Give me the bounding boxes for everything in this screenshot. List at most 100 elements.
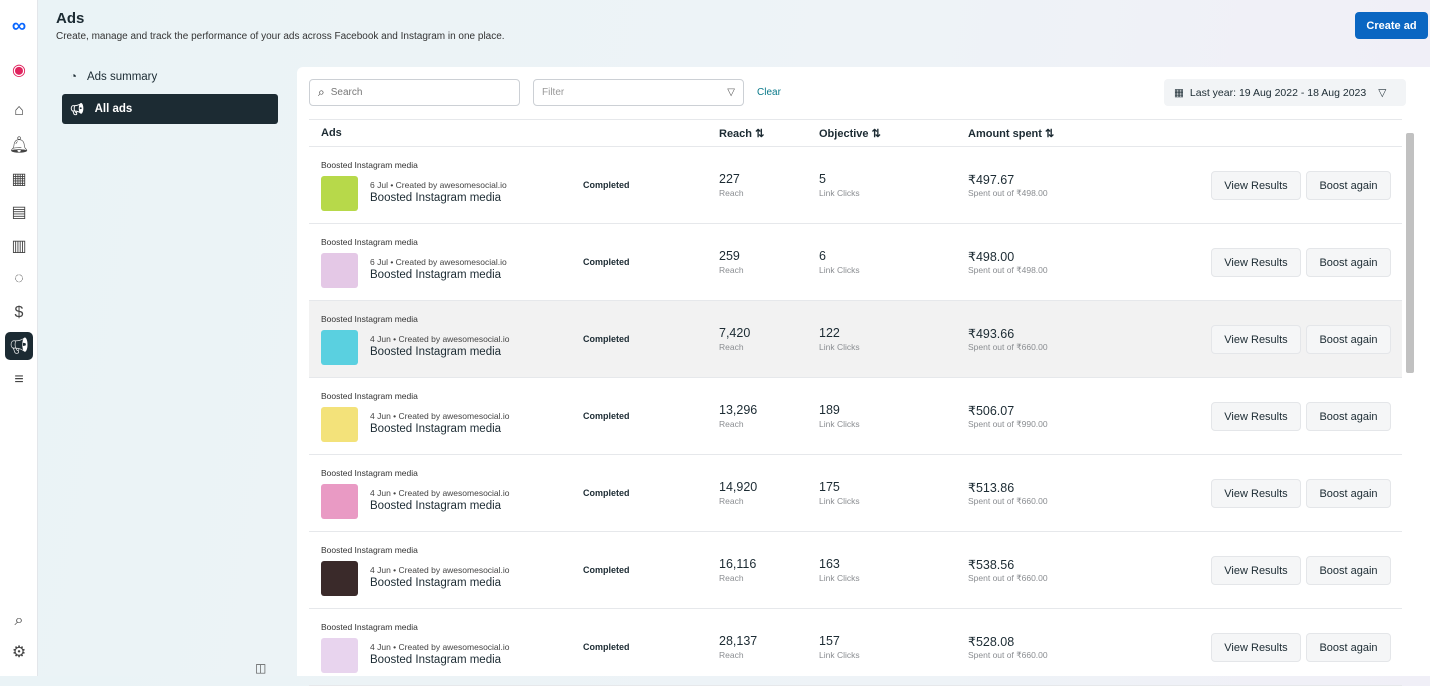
boost-again-button[interactable]: Boost again	[1306, 402, 1391, 431]
boost-again-button[interactable]: Boost again	[1306, 556, 1391, 585]
ad-meta: 4 Jun • Created by awesomesocial.io	[370, 565, 510, 575]
ad-thumbnail	[321, 330, 358, 365]
boost-again-button[interactable]: Boost again	[1306, 325, 1391, 354]
reach-value: 259	[719, 249, 740, 263]
date-range-label: Last year: 19 Aug 2022 - 18 Aug 2023	[1189, 86, 1367, 99]
ad-name[interactable]: Boosted Instagram media	[370, 654, 501, 666]
ad-creator: Created by awesomesocial.io	[395, 180, 507, 190]
monetization-icon[interactable]: $	[5, 299, 33, 327]
gauge-icon: ◔	[70, 71, 77, 83]
ad-name[interactable]: Boosted Instagram media	[370, 192, 501, 204]
view-results-button[interactable]: View Results	[1211, 556, 1301, 585]
ad-type: Boosted Instagram media	[321, 160, 418, 170]
view-results-button[interactable]: View Results	[1211, 171, 1301, 200]
view-results-button[interactable]: View Results	[1211, 325, 1301, 354]
status-badge: Completed	[583, 411, 630, 421]
objective-label: Link Clicks	[819, 419, 860, 429]
insights-icon[interactable]: ▥	[5, 232, 33, 260]
page-header: Ads Create, manage and track the perform…	[56, 10, 505, 42]
ad-creator: Created by awesomesocial.io	[398, 334, 510, 344]
col-reach[interactable]: Reach ⇅	[719, 127, 764, 140]
ad-meta: 4 Jun • Created by awesomesocial.io	[370, 334, 510, 344]
collapse-sidebar-icon[interactable]: ◫	[255, 661, 266, 675]
objective-label: Link Clicks	[819, 650, 860, 660]
view-results-button[interactable]: View Results	[1211, 633, 1301, 662]
ad-creator: Created by awesomesocial.io	[398, 642, 510, 652]
ad-name[interactable]: Boosted Instagram media	[370, 500, 501, 512]
view-results-button[interactable]: View Results	[1211, 248, 1301, 277]
objective-label: Link Clicks	[819, 573, 860, 583]
table-row[interactable]: Boosted Instagram media 4 Jun • Created …	[309, 378, 1402, 455]
filter-placeholder: Filter	[542, 87, 565, 98]
boost-again-button[interactable]: Boost again	[1306, 248, 1391, 277]
chevron-down-icon: ▽	[1378, 86, 1387, 99]
boost-again-button[interactable]: Boost again	[1306, 171, 1391, 200]
ad-name[interactable]: Boosted Instagram media	[370, 346, 501, 358]
status-badge: Completed	[583, 565, 630, 575]
objective-value: 163	[819, 557, 840, 571]
reach-label: Reach	[719, 188, 744, 198]
table-row[interactable]: Boosted Instagram media 4 Jun • Created …	[309, 609, 1402, 686]
notifications-icon[interactable]: 🔔︎	[5, 131, 33, 159]
objective-label: Link Clicks	[819, 188, 860, 198]
scrollbar[interactable]	[1405, 123, 1415, 663]
objective-value: 6	[819, 249, 826, 263]
col-amount[interactable]: Amount spent ⇅	[968, 127, 1054, 140]
search-input[interactable]: ⌕ Search	[309, 79, 520, 106]
view-results-button[interactable]: View Results	[1211, 479, 1301, 508]
table-body: Boosted Instagram media 6 Jul • Created …	[309, 147, 1402, 686]
ad-type: Boosted Instagram media	[321, 314, 418, 324]
ad-thumbnail	[321, 407, 358, 442]
table-row[interactable]: Boosted Instagram media 4 Jun • Created …	[309, 532, 1402, 609]
objective-label: Link Clicks	[819, 342, 860, 352]
budget-label: Spent out of ₹990.00	[968, 419, 1048, 429]
create-ad-button[interactable]: Create ad	[1355, 12, 1428, 39]
ad-date: 4 Jun	[370, 642, 391, 652]
reach-value: 28,137	[719, 634, 758, 648]
amount-spent: ₹528.08	[968, 635, 1015, 649]
search-icon[interactable]: ⌕	[5, 607, 33, 635]
ad-type: Boosted Instagram media	[321, 545, 418, 555]
filter-dropdown[interactable]: Filter ▽	[533, 79, 744, 106]
content-grid-icon[interactable]: ▦	[5, 165, 33, 193]
objective-value: 189	[819, 403, 840, 417]
nav-label: Ads summary	[86, 71, 158, 83]
inbox-icon[interactable]: ◌	[5, 265, 33, 293]
status-badge: Completed	[583, 642, 630, 652]
budget-label: Spent out of ₹498.00	[968, 188, 1048, 198]
ad-date: 4 Jun	[370, 411, 391, 421]
ad-name[interactable]: Boosted Instagram media	[370, 577, 501, 589]
nav-all-ads[interactable]: 📢︎ All ads	[62, 94, 278, 124]
posts-icon[interactable]: ▤	[5, 198, 33, 226]
budget-label: Spent out of ₹660.00	[968, 650, 1048, 660]
table-row[interactable]: Boosted Instagram media 6 Jul • Created …	[309, 147, 1402, 224]
boost-again-button[interactable]: Boost again	[1306, 479, 1391, 508]
status-badge: Completed	[583, 334, 630, 344]
nav-ads-summary[interactable]: ◔ Ads summary	[62, 62, 278, 92]
date-range-picker[interactable]: ▦ Last year: 19 Aug 2022 - 18 Aug 2023 ▽	[1164, 79, 1406, 106]
ad-date: 6 Jul	[370, 180, 388, 190]
settings-icon[interactable]: ⚙	[5, 638, 33, 666]
amount-spent: ₹513.86	[968, 481, 1015, 495]
profile-avatar-icon[interactable]: ◉	[5, 56, 33, 84]
scrollbar-thumb[interactable]	[1406, 133, 1414, 373]
ads-icon[interactable]: 📢︎	[5, 332, 33, 360]
meta-logo-icon[interactable]: ∞	[5, 12, 33, 40]
reach-label: Reach	[719, 650, 744, 660]
menu-icon[interactable]: ≡	[5, 366, 33, 394]
reach-label: Reach	[719, 419, 744, 429]
table-row[interactable]: Boosted Instagram media 4 Jun • Created …	[309, 301, 1402, 378]
table-row[interactable]: Boosted Instagram media 6 Jul • Created …	[309, 224, 1402, 301]
budget-label: Spent out of ₹660.00	[968, 496, 1048, 506]
boost-again-button[interactable]: Boost again	[1306, 633, 1391, 662]
view-results-button[interactable]: View Results	[1211, 402, 1301, 431]
clear-link[interactable]: Clear	[757, 87, 781, 98]
ads-nav: ◔ Ads summary 📢︎ All ads	[62, 62, 278, 126]
home-icon[interactable]: ⌂	[5, 97, 33, 125]
col-objective[interactable]: Objective ⇅	[819, 127, 881, 140]
amount-spent: ₹493.66	[968, 327, 1015, 341]
ad-meta: 4 Jun • Created by awesomesocial.io	[370, 642, 510, 652]
table-row[interactable]: Boosted Instagram media 4 Jun • Created …	[309, 455, 1402, 532]
ad-name[interactable]: Boosted Instagram media	[370, 423, 501, 435]
ad-name[interactable]: Boosted Instagram media	[370, 269, 501, 281]
